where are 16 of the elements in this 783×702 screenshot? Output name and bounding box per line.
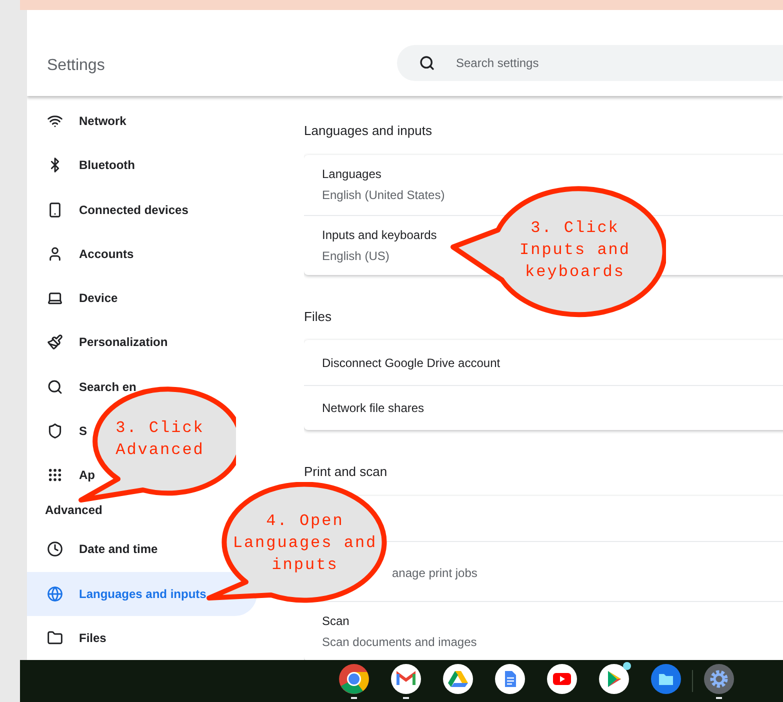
row-subtitle: English (United States) [322,187,445,204]
window-title: Settings [47,56,106,76]
section-title: Print and scan [304,463,388,481]
section-heading: Advanced [45,502,102,520]
row-title: Languages [322,166,382,183]
row-title: Disconnect Google Drive account [322,354,500,372]
row-subtitle: anage print jobs [392,564,478,582]
section-title: Files [304,308,332,326]
row-title: Network file shares [322,400,424,417]
callout-tooltip: 4. Open Languages and inputs [206,482,390,605]
row-title: Scan [322,612,350,630]
row-subtitle: Scan documents and images [322,634,477,650]
callout-tooltip: 3. Click Inputs and keyboards [450,184,666,318]
section-title: Languages and inputs [304,122,432,140]
row-subtitle: English (US) [322,248,390,264]
row-title: Inputs and keyboards [322,226,437,244]
